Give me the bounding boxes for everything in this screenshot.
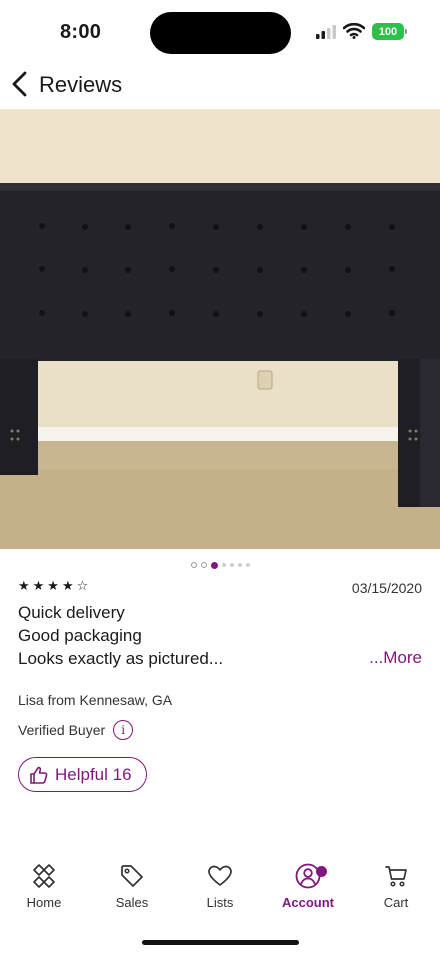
carousel-dot[interactable] [221,563,226,567]
thumbs-up-icon [30,766,48,784]
review-text: Quick delivery Good packaging Looks exac… [18,601,358,670]
cart-icon [385,866,407,887]
home-indicator [142,940,299,945]
carousel-dot[interactable] [190,562,197,568]
review-line: Quick delivery [18,603,125,622]
chevron-left-icon[interactable] [10,70,30,98]
carousel-dot[interactable] [237,563,242,567]
battery-icon: 100 [372,23,407,40]
status-time: 8:00 [60,21,102,43]
review-photo[interactable] [0,109,440,549]
headboard-photo-image [0,109,440,549]
notification-dot [316,866,327,877]
home-diamond-icon [33,864,55,888]
carousel-dot[interactable] [245,563,250,567]
heart-icon [208,865,232,886]
battery-level: 100 [378,25,398,38]
review-line: Good packaging [18,626,142,645]
nav-label: Cart [383,895,409,910]
rating-stars: ★★★★☆ [18,578,92,593]
bottom-nav: Home Sales Lists Account Cart [0,862,440,922]
nav-cart[interactable]: Cart [356,862,436,910]
nav-account[interactable]: Account [268,862,348,910]
reviewer-name: Lisa from Kennesaw, GA [18,692,173,708]
nav-sales[interactable]: Sales [92,862,172,910]
nav-lists[interactable]: Lists [180,862,260,910]
more-link[interactable]: ...More [369,648,422,668]
verified-label: Verified Buyer [18,722,106,738]
wifi-icon [343,22,365,39]
nav-label: Home [26,895,62,910]
info-glyph: i [121,723,126,737]
tag-icon [121,865,143,887]
helpful-label: Helpful 16 [55,764,132,784]
info-icon[interactable]: i [113,720,134,740]
nav-label: Account [282,895,334,910]
status-bar: 8:00 100 [0,0,440,64]
carousel-dots[interactable] [0,560,440,570]
header: Reviews [0,64,440,108]
dynamic-island [150,12,291,54]
review-line: Looks exactly as pictured... [18,649,224,668]
nav-label: Sales [115,895,149,910]
page-title: Reviews [39,72,123,97]
helpful-button[interactable]: Helpful 16 [18,757,147,792]
carousel-dot[interactable] [229,563,234,567]
verified-buyer: Verified Buyer i [18,720,134,740]
carousel-dot[interactable] [200,562,207,568]
nav-label: Lists [206,895,234,910]
signal-icon [316,25,336,39]
nav-home[interactable]: Home [4,862,84,910]
carousel-dot[interactable] [210,561,218,569]
review-date: 03/15/2020 [351,580,422,596]
